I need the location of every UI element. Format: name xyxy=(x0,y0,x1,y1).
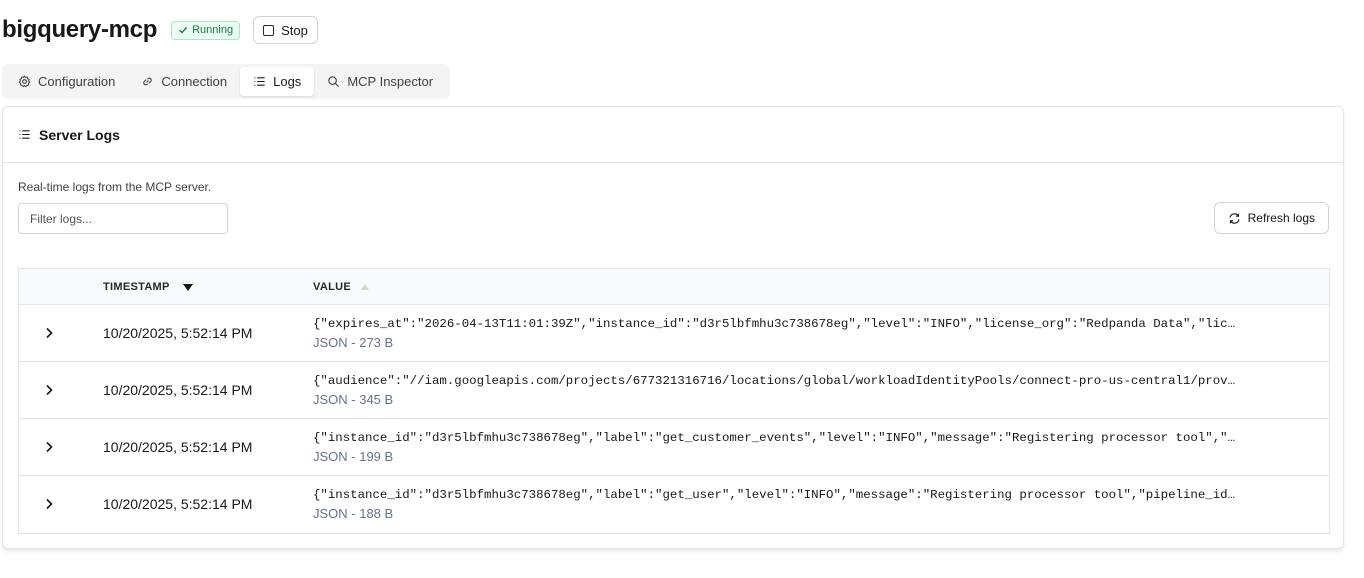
chevron-right-icon[interactable] xyxy=(41,496,57,512)
table-header: TIMESTAMP VALUE xyxy=(19,269,1329,305)
status-badge: Running xyxy=(171,20,241,40)
chevron-right-icon[interactable] xyxy=(41,382,57,398)
page-title: bigquery-mcp xyxy=(2,16,158,43)
refresh-label: Refresh logs xyxy=(1247,211,1315,225)
row-timestamp: 10/20/2025, 5:52:14 PM xyxy=(103,325,253,341)
column-label: VALUE xyxy=(313,281,351,293)
card-title: Server Logs xyxy=(39,126,120,143)
row-value: {"instance_id":"d3r5lbfmhu3c738678eg","l… xyxy=(313,431,1236,445)
refresh-icon xyxy=(1229,212,1240,224)
table-row[interactable]: 10/20/2025, 5:52:14 PM {"instance_id":"d… xyxy=(19,476,1329,533)
sort-desc-icon xyxy=(182,283,193,291)
row-timestamp: 10/20/2025, 5:52:14 PM xyxy=(103,382,253,398)
tab-connection[interactable]: Connection xyxy=(128,67,240,96)
page-header: bigquery-mcp Running Stop xyxy=(2,14,318,46)
tab-mcp-inspector[interactable]: MCP Inspector xyxy=(314,67,446,96)
row-meta: JSON - 188 B xyxy=(313,506,394,521)
tab-configuration[interactable]: Configuration xyxy=(5,67,128,96)
column-label: TIMESTAMP xyxy=(103,281,170,293)
row-meta: JSON - 273 B xyxy=(313,335,394,350)
stop-icon xyxy=(263,24,275,36)
column-header-value[interactable]: VALUE xyxy=(313,281,369,293)
search-icon xyxy=(328,76,340,88)
status-label: Running xyxy=(192,24,234,36)
sort-asc-icon xyxy=(360,284,369,290)
card-header: Server Logs xyxy=(3,107,1343,163)
row-value: {"instance_id":"d3r5lbfmhu3c738678eg","l… xyxy=(313,488,1236,502)
card-description: Real-time logs from the MCP server. xyxy=(18,180,212,194)
chevron-right-icon[interactable] xyxy=(41,439,57,455)
row-value: {"audience":"//iam.googleapis.com/projec… xyxy=(313,374,1236,388)
table-row[interactable]: 10/20/2025, 5:52:14 PM {"expires_at":"20… xyxy=(19,305,1329,362)
filter-logs-input[interactable] xyxy=(18,203,228,234)
tab-bar: Configuration Connection Logs MCP Inspec… xyxy=(2,64,450,99)
stop-label: Stop xyxy=(281,22,308,38)
gear-icon xyxy=(18,75,31,88)
server-logs-card: Server Logs Real-time logs from the MCP … xyxy=(2,106,1344,549)
row-timestamp: 10/20/2025, 5:52:14 PM xyxy=(103,496,253,512)
chevron-right-icon[interactable] xyxy=(41,325,57,341)
tab-label: Logs xyxy=(273,74,302,89)
row-meta: JSON - 199 B xyxy=(313,449,394,464)
link-icon xyxy=(143,77,153,86)
tab-label: Connection xyxy=(161,74,228,89)
refresh-logs-button[interactable]: Refresh logs xyxy=(1213,202,1329,234)
tab-logs[interactable]: Logs xyxy=(240,67,315,96)
table-row[interactable]: 10/20/2025, 5:52:14 PM {"audience":"//ia… xyxy=(19,362,1329,419)
table-row[interactable]: 10/20/2025, 5:52:14 PM {"instance_id":"d… xyxy=(19,419,1329,476)
tab-label: MCP Inspector xyxy=(347,74,434,89)
row-timestamp: 10/20/2025, 5:52:14 PM xyxy=(103,439,253,455)
logs-table: TIMESTAMP VALUE 10/20/2025, 5:52:14 PM {… xyxy=(18,268,1330,534)
list-icon xyxy=(19,130,30,139)
row-value: {"expires_at":"2026-04-13T11:01:39Z","in… xyxy=(313,317,1236,331)
column-header-timestamp[interactable]: TIMESTAMP xyxy=(103,281,193,293)
list-icon xyxy=(254,77,265,86)
row-meta: JSON - 345 B xyxy=(313,392,394,407)
stop-button[interactable]: Stop xyxy=(253,16,318,44)
check-icon xyxy=(179,27,188,34)
tab-label: Configuration xyxy=(38,74,116,89)
